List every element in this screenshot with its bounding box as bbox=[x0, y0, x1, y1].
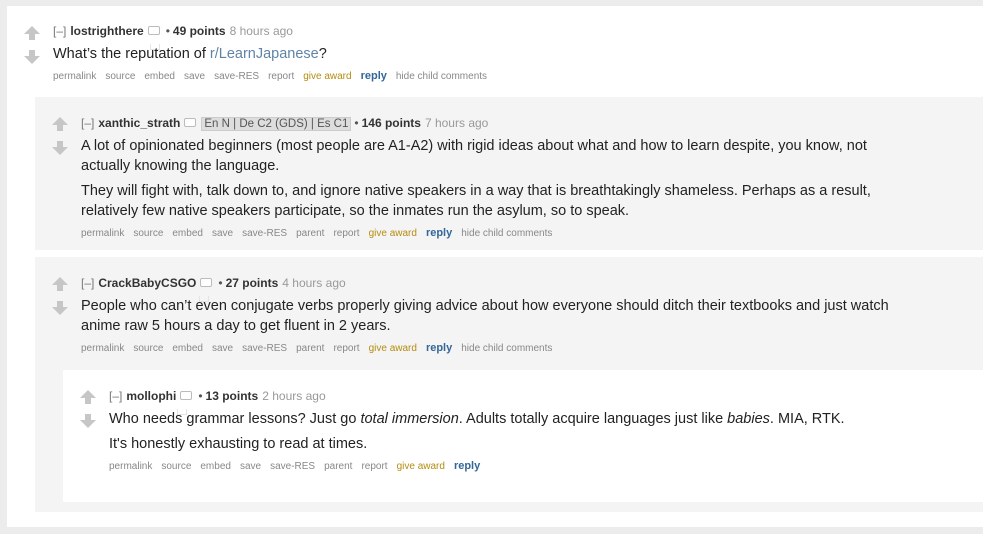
comment-body: What’s the reputation of r/LearnJapanese… bbox=[53, 44, 953, 64]
report-button[interactable]: report bbox=[361, 461, 387, 472]
subreddit-link[interactable]: r/LearnJapanese bbox=[210, 46, 319, 62]
user-tag-icon[interactable] bbox=[184, 118, 197, 127]
comment-tagline: [–] mollophi • 13 points 2 hours ago bbox=[109, 388, 326, 404]
embed-button[interactable]: embed bbox=[200, 461, 231, 472]
author-link[interactable]: xanthic_strath bbox=[98, 116, 180, 130]
comment-actions: permalink source embed save save-RES parent re… bbox=[109, 459, 489, 474]
permalink-button[interactable]: permalink bbox=[109, 461, 152, 472]
downvote-arrow-icon[interactable] bbox=[24, 50, 40, 64]
author-link[interactable]: CrackBabyCSGO bbox=[98, 276, 196, 290]
child-comment-container: [–] xanthic_strath En N | De C2 (GDS) | Es… bbox=[35, 97, 983, 250]
collapse-toggle[interactable]: [–] bbox=[81, 116, 94, 130]
report-button[interactable]: report bbox=[333, 228, 359, 239]
give-award-button[interactable]: give award bbox=[369, 228, 417, 239]
comment-text: What’s the reputation of r/LearnJapanese… bbox=[53, 46, 327, 62]
upvote-arrow-icon[interactable] bbox=[24, 26, 40, 40]
author-link[interactable]: mollophi bbox=[126, 389, 176, 403]
permalink-button[interactable]: permalink bbox=[81, 228, 124, 239]
hide-child-comments-button[interactable]: hide child comments bbox=[461, 228, 552, 239]
separator-dot: • bbox=[165, 24, 170, 38]
reply-button[interactable]: reply bbox=[426, 342, 452, 354]
hide-child-comments-button[interactable]: hide child comments bbox=[461, 343, 552, 354]
permalink-button[interactable]: permalink bbox=[53, 71, 96, 82]
save-button[interactable]: save bbox=[212, 343, 233, 354]
user-tag-icon[interactable] bbox=[180, 391, 193, 400]
embed-button[interactable]: embed bbox=[144, 71, 175, 82]
comment-paragraph: It's honestly exhausting to read at time… bbox=[109, 436, 368, 452]
parent-button[interactable]: parent bbox=[296, 343, 324, 354]
upvote-arrow-icon[interactable] bbox=[52, 117, 68, 131]
comment-time: 2 hours ago bbox=[262, 389, 326, 403]
comment-time: 8 hours ago bbox=[229, 24, 293, 38]
author-link[interactable]: lostrighthere bbox=[70, 24, 143, 38]
save-button[interactable]: save bbox=[184, 71, 205, 82]
upvote-arrow-icon[interactable] bbox=[52, 277, 68, 291]
user-tag-icon[interactable] bbox=[200, 278, 213, 287]
user-flair: En N | De C2 (GDS) | Es C1 bbox=[201, 117, 352, 131]
parent-button[interactable]: parent bbox=[296, 228, 324, 239]
upvote-arrow-icon[interactable] bbox=[80, 390, 96, 404]
save-res-button[interactable]: save-RES bbox=[214, 71, 259, 82]
child-comment-container: [–] CrackBabyCSGO • 27 points 4 hours ago Pe… bbox=[35, 257, 983, 512]
comment-tagline: [–] lostrighthere • 49 points 8 hours ago bbox=[53, 23, 293, 39]
source-button[interactable]: source bbox=[161, 461, 191, 472]
separator-dot: • bbox=[354, 116, 359, 130]
collapse-toggle[interactable]: [–] bbox=[109, 389, 122, 403]
comment-actions: permalink source embed save save-RES report gi… bbox=[53, 69, 496, 84]
separator-dot: • bbox=[198, 389, 203, 403]
comment-body: People who can’t even conjugate verbs pr… bbox=[81, 296, 911, 336]
report-button[interactable]: report bbox=[268, 71, 294, 82]
save-button[interactable]: save bbox=[240, 461, 261, 472]
comment-body: Who needs grammar lessons? Just go total… bbox=[109, 409, 969, 454]
save-res-button[interactable]: save-RES bbox=[242, 228, 287, 239]
comment-paragraph: People who can’t even conjugate verbs pr… bbox=[81, 298, 889, 334]
report-button[interactable]: report bbox=[333, 343, 359, 354]
comment-thread: [–] lostrighthere • 49 points 8 hours ago Wh… bbox=[7, 6, 983, 527]
separator-dot: • bbox=[218, 276, 223, 290]
source-button[interactable]: source bbox=[133, 228, 163, 239]
give-award-button[interactable]: give award bbox=[303, 71, 351, 82]
embed-button[interactable]: embed bbox=[172, 343, 203, 354]
give-award-button[interactable]: give award bbox=[369, 343, 417, 354]
reply-button[interactable]: reply bbox=[361, 70, 387, 82]
parent-button[interactable]: parent bbox=[324, 461, 352, 472]
source-button[interactable]: source bbox=[105, 71, 135, 82]
comment-score: 146 points bbox=[361, 116, 421, 130]
comment-paragraph: They will fight with, talk down to, and … bbox=[81, 183, 871, 219]
comment-time: 7 hours ago bbox=[424, 116, 489, 130]
collapse-toggle[interactable]: [–] bbox=[53, 24, 66, 38]
comment-score: 27 points bbox=[225, 276, 279, 290]
hide-child-comments-button[interactable]: hide child comments bbox=[396, 71, 487, 82]
comment-time: 4 hours ago bbox=[282, 276, 346, 290]
comment-tagline: [–] CrackBabyCSGO • 27 points 4 hours ago bbox=[81, 275, 346, 291]
save-res-button[interactable]: save-RES bbox=[242, 343, 287, 354]
emphasis-text: babies bbox=[727, 411, 770, 427]
save-res-button[interactable]: save-RES bbox=[270, 461, 315, 472]
child-comment-container: [–] mollophi • 13 points 2 hours ago Who nee… bbox=[63, 370, 983, 502]
comment-paragraph: A lot of opinionated beginners (most peo… bbox=[81, 138, 867, 174]
embed-button[interactable]: embed bbox=[172, 228, 203, 239]
downvote-arrow-icon[interactable] bbox=[80, 414, 96, 428]
save-button[interactable]: save bbox=[212, 228, 233, 239]
comment-body: A lot of opinionated beginners (most peo… bbox=[81, 136, 911, 221]
permalink-button[interactable]: permalink bbox=[81, 343, 124, 354]
user-tag-icon[interactable] bbox=[147, 26, 160, 35]
give-award-button[interactable]: give award bbox=[397, 461, 445, 472]
emphasis-text: total immersion bbox=[360, 411, 459, 427]
downvote-arrow-icon[interactable] bbox=[52, 141, 68, 155]
comment-paragraph: Who needs grammar lessons? Just go total… bbox=[109, 411, 845, 427]
collapse-toggle[interactable]: [–] bbox=[81, 276, 94, 290]
source-button[interactable]: source bbox=[133, 343, 163, 354]
comment-score: 49 points bbox=[172, 24, 226, 38]
comment-actions: permalink source embed save save-RES parent re… bbox=[81, 226, 561, 241]
reply-button[interactable]: reply bbox=[454, 460, 480, 472]
reply-button[interactable]: reply bbox=[426, 227, 452, 239]
comment-tagline: [–] xanthic_strath En N | De C2 (GDS) | Es… bbox=[81, 115, 488, 132]
downvote-arrow-icon[interactable] bbox=[52, 301, 68, 315]
comment-actions: permalink source embed save save-RES parent re… bbox=[81, 341, 561, 356]
comment-score: 13 points bbox=[205, 389, 259, 403]
